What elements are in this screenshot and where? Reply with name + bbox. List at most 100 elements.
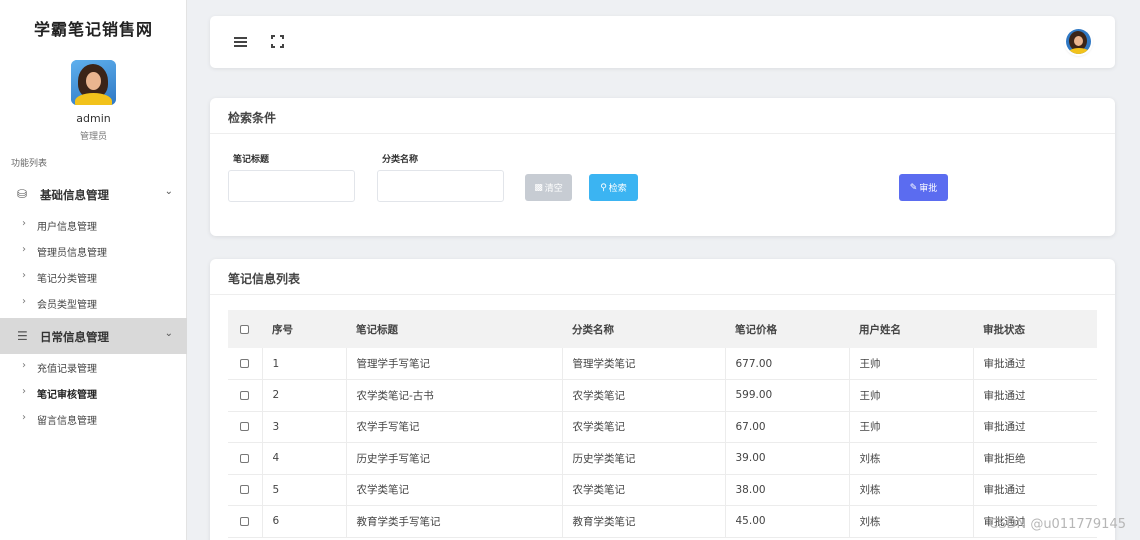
sidebar-item-note-category[interactable]: › 笔记分类管理 [0, 266, 187, 288]
search-icon: ⚲ [600, 182, 607, 193]
table-row[interactable]: 5 农学类笔记 农学类笔记 38.00 刘栋 审批通过 [228, 474, 1097, 506]
menu-group-daily-info[interactable]: ☰ 日常信息管理 ⌄ [0, 318, 187, 354]
cell-index: 5 [262, 474, 347, 506]
sidebar-item-label: 用户信息管理 [37, 222, 97, 233]
table-row[interactable]: 4 历史学手写笔记 历史学类笔记 39.00 刘栋 审批拒绝 [228, 442, 1097, 474]
sidebar-item-admin-info[interactable]: › 管理员信息管理 [0, 240, 187, 262]
cell-price: 38.00 [725, 474, 850, 506]
note-list-panel: 笔记信息列表 序号 笔记标题 分类名称 笔记价格 用户姓名 审批状态 1 管理学… [210, 259, 1115, 540]
cell-index: 6 [262, 505, 347, 537]
sidebar-item-label: 笔记审核管理 [37, 390, 97, 401]
table-header-row: 序号 笔记标题 分类名称 笔记价格 用户姓名 审批状态 [228, 310, 1097, 348]
row-checkbox[interactable] [240, 422, 249, 432]
edit-icon: ✎ [909, 182, 918, 193]
cell-user: 刘栋 [849, 442, 974, 474]
note-table: 序号 笔记标题 分类名称 笔记价格 用户姓名 审批状态 1 管理学手写笔记 管理… [228, 310, 1097, 538]
row-checkbox[interactable] [240, 485, 249, 495]
select-all-checkbox[interactable] [240, 324, 249, 334]
row-checkbox[interactable] [240, 390, 249, 400]
cell-title: 管理学手写笔记 [346, 348, 563, 380]
note-title-input[interactable] [228, 170, 355, 202]
chevron-right-icon: › [22, 296, 26, 307]
cell-category: 教育学类笔记 [562, 505, 726, 537]
approve-button-label: 审批 [919, 184, 938, 194]
search-button-label: 检索 [608, 184, 627, 194]
cell-index: 3 [262, 411, 347, 443]
cell-status: 审批通过 [983, 484, 1026, 497]
cell-category: 农学类笔记 [562, 474, 726, 506]
approve-button[interactable]: ✎ 审批 [899, 174, 948, 201]
table-row[interactable]: 6 教育学类手写笔记 教育学类笔记 45.00 刘栋 审批通过 [228, 505, 1097, 537]
user-name: admin [76, 112, 111, 125]
sidebar-item-note-review[interactable]: › 笔记审核管理 [0, 382, 187, 404]
cell-index: 1 [262, 348, 347, 380]
cell-category: 历史学类笔记 [562, 442, 726, 474]
chevron-right-icon: › [22, 386, 26, 397]
chevron-down-icon: ⌄ [164, 328, 173, 339]
search-panel-title: 检索条件 [228, 111, 277, 125]
cell-status: 审批通过 [983, 421, 1026, 434]
cell-category: 管理学类笔记 [562, 348, 726, 380]
cell-title: 农学手写笔记 [346, 411, 563, 443]
clear-button[interactable]: ▩ 清空 [525, 174, 572, 201]
sidebar-item-label: 会员类型管理 [37, 300, 97, 311]
chevron-right-icon: › [22, 244, 26, 255]
cell-category: 农学类笔记 [562, 379, 726, 411]
trash-icon: ▩ [534, 182, 543, 193]
row-checkbox[interactable] [240, 359, 249, 368]
menu-group-basic-info[interactable]: ⛁ 基础信息管理 ⌄ [0, 176, 187, 212]
user-avatar[interactable] [71, 60, 116, 105]
top-bar [210, 16, 1115, 68]
cell-title: 农学类笔记-古书 [346, 379, 563, 411]
column-header: 序号 [272, 323, 293, 336]
cell-title: 农学类笔记 [346, 474, 563, 506]
cell-title: 教育学类手写笔记 [346, 505, 563, 537]
search-button[interactable]: ⚲ 检索 [589, 174, 638, 201]
search-panel: 检索条件 笔记标题 分类名称 ▩ 清空 ⚲ 检索 ✎ 审批 [210, 98, 1115, 236]
cell-status: 审批拒绝 [983, 452, 1026, 465]
table-row[interactable]: 3 农学手写笔记 农学类笔记 67.00 王帅 审批通过 [228, 411, 1097, 443]
cell-user: 刘栋 [849, 505, 974, 537]
cell-user: 王帅 [849, 348, 974, 380]
divider [210, 133, 1115, 134]
database-icon: ⛁ [17, 187, 28, 201]
column-header: 分类名称 [572, 323, 614, 336]
cell-user: 王帅 [849, 411, 974, 443]
clear-button-label: 清空 [544, 184, 563, 194]
chevron-right-icon: › [22, 218, 26, 229]
watermark: CSDN @u011779145 [989, 517, 1126, 532]
cell-price: 39.00 [725, 442, 850, 474]
sidebar-item-label: 留言信息管理 [37, 416, 97, 427]
cell-index: 4 [262, 442, 347, 474]
chevron-down-icon: ⌄ [164, 186, 173, 197]
note-title-label: 笔记标题 [233, 155, 270, 165]
cell-price: 677.00 [725, 348, 850, 380]
cell-index: 2 [262, 379, 347, 411]
note-list-title: 笔记信息列表 [228, 272, 301, 286]
cell-user: 刘栋 [849, 474, 974, 506]
column-header: 笔记价格 [735, 323, 777, 336]
row-checkbox[interactable] [240, 516, 249, 526]
header-avatar[interactable] [1066, 29, 1091, 54]
category-name-input[interactable] [377, 170, 504, 202]
menu-toggle-icon[interactable] [234, 37, 247, 47]
table-row[interactable]: 1 管理学手写笔记 管理学类笔记 677.00 王帅 审批通过 [228, 348, 1097, 380]
chevron-right-icon: › [22, 270, 26, 281]
sidebar-item-label: 管理员信息管理 [37, 248, 107, 259]
server-icon: ☰ [17, 329, 28, 343]
table-row[interactable]: 2 农学类笔记-古书 农学类笔记 599.00 王帅 审批通过 [228, 379, 1097, 411]
column-header: 审批状态 [983, 323, 1025, 336]
sidebar-item-messages[interactable]: › 留言信息管理 [0, 408, 187, 430]
sidebar-item-member-type[interactable]: › 会员类型管理 [0, 292, 187, 314]
fullscreen-icon[interactable] [271, 35, 284, 48]
sidebar-item-recharge[interactable]: › 充值记录管理 [0, 356, 187, 378]
menu-group-label: 基础信息管理 [40, 188, 109, 202]
user-role: 管理员 [79, 132, 107, 142]
sidebar-item-user-info[interactable]: › 用户信息管理 [0, 214, 187, 236]
row-checkbox[interactable] [240, 453, 249, 463]
divider [210, 294, 1115, 295]
cell-status: 审批通过 [983, 389, 1026, 402]
column-header: 笔记标题 [356, 323, 398, 336]
cell-title: 历史学手写笔记 [346, 442, 563, 474]
cell-price: 45.00 [725, 505, 850, 537]
